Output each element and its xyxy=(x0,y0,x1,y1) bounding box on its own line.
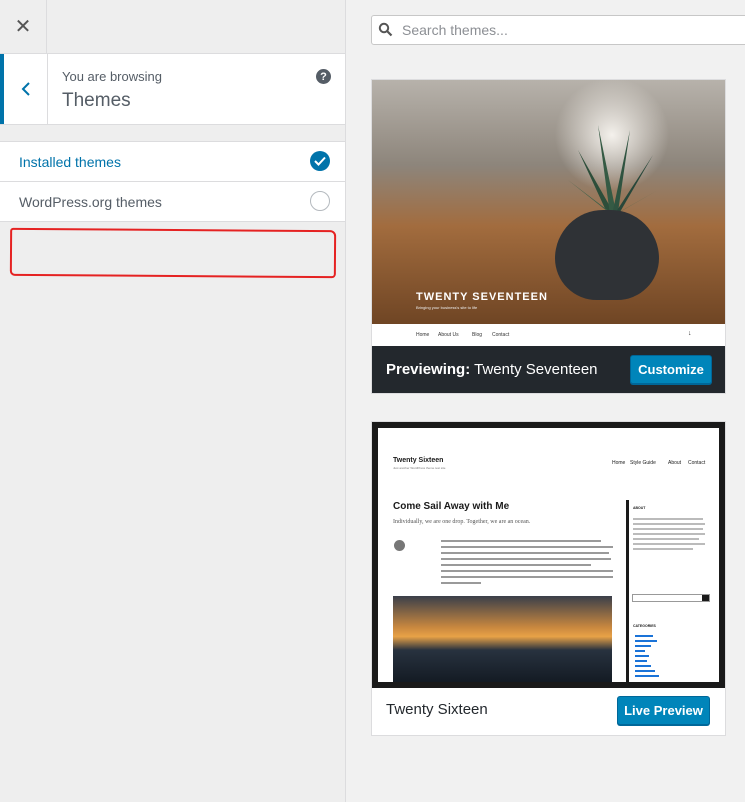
theme-card-footer: Twenty Sixteen Live Preview xyxy=(372,688,725,735)
preview-search-button xyxy=(702,595,709,601)
themes-main-area: TWENTY SEVENTEEN Bringing your business'… xyxy=(346,0,745,802)
live-preview-button[interactable]: Live Preview xyxy=(617,696,710,725)
text-line xyxy=(441,570,613,572)
preview-menu-item: About xyxy=(668,460,682,466)
preview-menu-item: Contact xyxy=(688,460,706,466)
category-link xyxy=(635,650,645,652)
preview-nav-item: About Us xyxy=(438,332,459,338)
preview-nav-item: Home xyxy=(416,332,430,338)
preview-menu-item: Style Guide xyxy=(630,460,656,466)
chevron-left-icon xyxy=(21,82,30,96)
radio-button[interactable] xyxy=(310,191,330,211)
preview-nav-item: Contact xyxy=(492,332,510,338)
category-link xyxy=(635,670,655,672)
panel-title: Themes xyxy=(62,90,131,111)
sidebar-heading: CATEGORIES xyxy=(633,624,656,628)
text-line xyxy=(441,546,613,548)
search-icon xyxy=(378,22,393,37)
filter-installed-themes[interactable]: Installed themes xyxy=(0,142,345,182)
arrow-down-icon: ↓ xyxy=(688,330,692,337)
search-input[interactable] xyxy=(402,16,732,44)
sidebar-heading: ABOUT xyxy=(633,506,646,510)
text-line xyxy=(633,548,693,550)
search-box[interactable] xyxy=(371,15,745,45)
theme-card-footer: Previewing: Twenty Seventeen Customize xyxy=(372,346,725,393)
preview-post-title: Come Sail Away with Me xyxy=(393,501,510,512)
annotation-highlight xyxy=(9,227,337,279)
text-line xyxy=(633,538,699,540)
post-image xyxy=(393,596,612,682)
customize-button[interactable]: Customize xyxy=(630,355,712,384)
text-line xyxy=(633,518,703,520)
category-link xyxy=(635,660,647,662)
category-link xyxy=(635,675,659,677)
theme-card-twenty-sixteen[interactable]: Twenty Sixteen Just another WordPress th… xyxy=(371,421,726,736)
text-line xyxy=(441,564,591,566)
theme-screenshot[interactable]: TWENTY SEVENTEEN Bringing your business'… xyxy=(372,80,725,346)
text-line xyxy=(633,523,705,525)
theme-source-filters: Installed themes WordPress.org themes xyxy=(0,141,345,222)
theme-name: Twenty Sixteen xyxy=(386,701,488,718)
theme-name: Twenty Seventeen xyxy=(474,361,598,378)
preview-sidebar: ABOUT CATEGORIES xyxy=(626,500,711,682)
category-link xyxy=(635,655,649,657)
previewing-label: Previewing: Twenty Seventeen xyxy=(386,361,598,378)
back-button[interactable] xyxy=(0,54,48,124)
filter-label: Installed themes xyxy=(19,154,121,170)
browsing-panel-header: You are browsing Themes ? xyxy=(0,54,345,125)
theme-card-twenty-seventeen[interactable]: TWENTY SEVENTEEN Bringing your business'… xyxy=(371,79,726,394)
text-line xyxy=(633,543,705,545)
preview-post-subtitle: Individually, we are one drop. Together,… xyxy=(393,519,531,525)
customizer-sidebar: ✕ You are browsing Themes ? Installed th… xyxy=(0,0,346,802)
preview-nav: Home About Us Blog Contact ↓ xyxy=(372,324,725,346)
category-link xyxy=(635,645,651,647)
text-line xyxy=(633,528,703,530)
text-line xyxy=(441,558,611,560)
text-line xyxy=(441,552,609,554)
browsing-subtitle: You are browsing xyxy=(62,69,162,84)
close-button[interactable]: ✕ xyxy=(0,0,47,53)
preview-site-title: Twenty Sixteen xyxy=(393,457,444,464)
preview-search xyxy=(632,594,710,602)
preview-tagline: Bringing your business's site to life xyxy=(416,305,478,310)
checkmark-icon[interactable] xyxy=(310,151,330,171)
text-line xyxy=(441,540,601,542)
customizer-header: ✕ xyxy=(0,0,345,54)
previewing-prefix: Previewing: xyxy=(386,361,471,378)
preview-page: Twenty Sixteen Just another WordPress th… xyxy=(378,428,719,682)
text-line xyxy=(633,533,705,535)
preview-tagline: Just another WordPress theme test site xyxy=(393,466,446,470)
text-line xyxy=(441,576,613,578)
preview-site-title: TWENTY SEVENTEEN xyxy=(416,291,548,303)
text-line xyxy=(441,582,481,584)
plant-image xyxy=(568,125,658,215)
help-icon[interactable]: ? xyxy=(316,69,331,84)
hero-image xyxy=(372,80,725,324)
avatar xyxy=(394,540,405,551)
category-link xyxy=(635,635,653,637)
category-link xyxy=(635,640,657,642)
filter-wordpress-org-themes[interactable]: WordPress.org themes xyxy=(0,182,345,222)
pot-image xyxy=(555,210,659,300)
preview-nav-item: Blog xyxy=(472,332,483,338)
theme-screenshot[interactable]: Twenty Sixteen Just another WordPress th… xyxy=(372,422,725,688)
preview-menu-item: Home xyxy=(612,460,626,466)
filter-label: WordPress.org themes xyxy=(19,194,162,210)
category-link xyxy=(635,665,651,667)
close-icon: ✕ xyxy=(14,16,32,38)
